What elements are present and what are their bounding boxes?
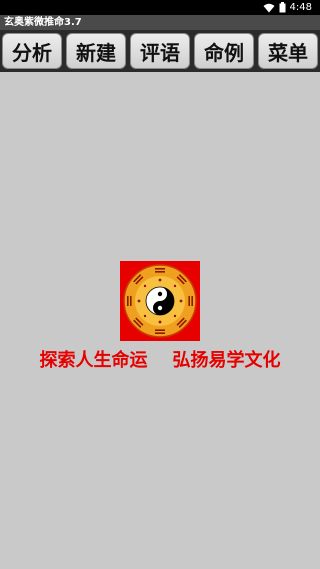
- bagua-yinyang-icon: [120, 261, 200, 341]
- app-title: 玄奥紫微推命3.7: [0, 15, 320, 30]
- main-toolbar: 分析 新建 评语 命例 菜单: [0, 30, 320, 72]
- menu-button[interactable]: 菜单: [258, 33, 318, 69]
- wifi-icon: [263, 3, 275, 13]
- status-icons: 4:48: [263, 0, 312, 15]
- status-bar: 4:48: [0, 0, 320, 15]
- cases-button[interactable]: 命例: [194, 33, 254, 69]
- slogan-text: 探索人生命运 弘扬易学文化: [39, 350, 281, 371]
- battery-icon: [279, 2, 286, 13]
- new-button[interactable]: 新建: [66, 33, 126, 69]
- comment-button[interactable]: 评语: [130, 33, 190, 69]
- analyze-button[interactable]: 分析: [2, 33, 62, 69]
- status-time: 4:48: [289, 2, 312, 13]
